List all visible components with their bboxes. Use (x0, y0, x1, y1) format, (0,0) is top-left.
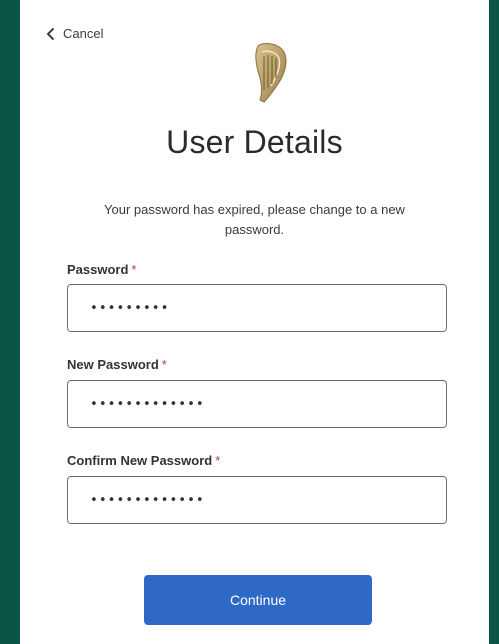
confirm-new-password-label: Confirm New Password * (67, 453, 220, 468)
page-title: User Details (166, 124, 343, 160)
new-password-label-text: New Password (67, 357, 159, 372)
harp-icon (248, 38, 294, 106)
expired-password-message: Your password has expired, please change… (104, 202, 405, 237)
new-password-label: New Password * (67, 357, 167, 372)
continue-button[interactable]: Continue (144, 575, 372, 625)
right-frame-border (489, 0, 499, 644)
cancel-label: Cancel (63, 26, 104, 41)
confirm-new-password-input[interactable] (67, 476, 447, 524)
required-asterisk: * (131, 262, 137, 277)
password-input[interactable] (67, 284, 447, 332)
user-details-panel: Cancel User Details Your password has ex… (20, 0, 489, 644)
required-asterisk: * (215, 453, 221, 468)
confirm-new-password-label-text: Confirm New Password (67, 453, 213, 468)
password-label: Password * (67, 262, 136, 277)
password-label-text: Password (67, 262, 129, 277)
new-password-input[interactable] (67, 380, 447, 428)
cancel-link[interactable]: Cancel (46, 26, 103, 41)
required-asterisk: * (161, 357, 167, 372)
left-frame-border (0, 0, 20, 644)
chevron-left-icon (46, 27, 55, 41)
